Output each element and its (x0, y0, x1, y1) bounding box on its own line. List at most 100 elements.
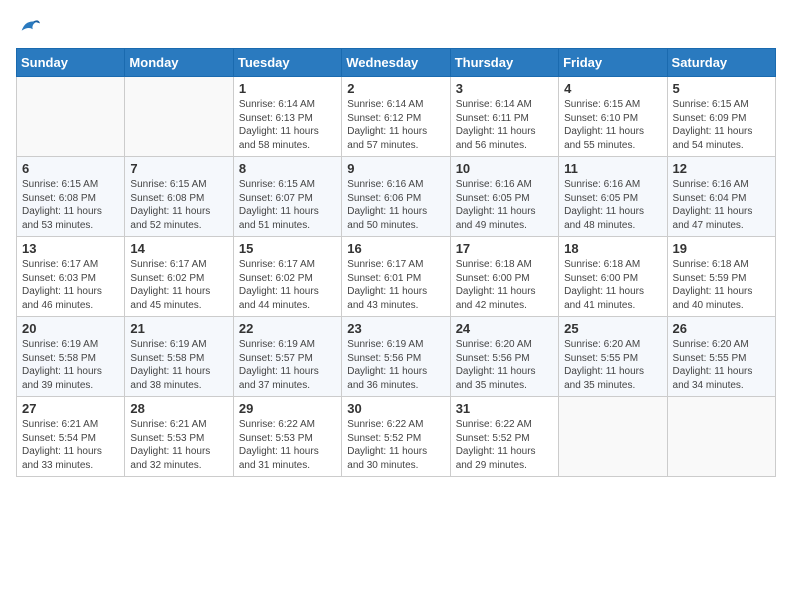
day-number: 20 (22, 321, 119, 336)
day-info: Sunrise: 6:20 AMSunset: 5:56 PMDaylight:… (456, 338, 553, 392)
calendar-week-row: 20 Sunrise: 6:19 AMSunset: 5:58 PMDayligh… (17, 317, 776, 397)
day-number: 13 (22, 241, 119, 256)
day-info: Sunrise: 6:14 AMSunset: 6:12 PMDaylight:… (347, 98, 444, 152)
day-number: 4 (564, 81, 661, 96)
day-info: Sunrise: 6:21 AMSunset: 5:53 PMDaylight:… (130, 418, 227, 472)
day-of-week-header: Sunday (17, 49, 125, 77)
day-number: 6 (22, 161, 119, 176)
day-info: Sunrise: 6:22 AMSunset: 5:52 PMDaylight:… (456, 418, 553, 472)
day-number: 15 (239, 241, 336, 256)
day-info: Sunrise: 6:19 AMSunset: 5:58 PMDaylight:… (22, 338, 119, 392)
day-number: 27 (22, 401, 119, 416)
day-number: 23 (347, 321, 444, 336)
day-number: 17 (456, 241, 553, 256)
calendar-cell (559, 397, 667, 477)
day-info: Sunrise: 6:17 AMSunset: 6:02 PMDaylight:… (130, 258, 227, 312)
day-number: 16 (347, 241, 444, 256)
day-number: 2 (347, 81, 444, 96)
day-info: Sunrise: 6:16 AMSunset: 6:06 PMDaylight:… (347, 178, 444, 232)
calendar-cell: 27 Sunrise: 6:21 AMSunset: 5:54 PMDayligh… (17, 397, 125, 477)
calendar-cell: 28 Sunrise: 6:21 AMSunset: 5:53 PMDayligh… (125, 397, 233, 477)
calendar-cell: 13Sunrise: 6:17 AMSunset: 6:03 PMDayligh… (17, 237, 125, 317)
day-number: 22 (239, 321, 336, 336)
day-info: Sunrise: 6:21 AMSunset: 5:54 PMDaylight:… (22, 418, 119, 472)
day-info: Sunrise: 6:17 AMSunset: 6:02 PMDaylight:… (239, 258, 336, 312)
day-number: 24 (456, 321, 553, 336)
calendar-week-row: 6 Sunrise: 6:15 AMSunset: 6:08 PMDaylight… (17, 157, 776, 237)
calendar-cell: 3 Sunrise: 6:14 AMSunset: 6:11 PMDaylight… (450, 77, 558, 157)
day-of-week-header: Wednesday (342, 49, 450, 77)
calendar-cell: 1Sunrise: 6:14 AMSunset: 6:13 PMDaylight… (233, 77, 341, 157)
day-number: 11 (564, 161, 661, 176)
calendar-cell: 15 Sunrise: 6:17 AMSunset: 6:02 PMDayligh… (233, 237, 341, 317)
calendar-cell: 14 Sunrise: 6:17 AMSunset: 6:02 PMDayligh… (125, 237, 233, 317)
day-number: 7 (130, 161, 227, 176)
day-number: 21 (130, 321, 227, 336)
day-number: 5 (673, 81, 770, 96)
day-info: Sunrise: 6:15 AMSunset: 6:08 PMDaylight:… (130, 178, 227, 232)
calendar-cell: 25 Sunrise: 6:20 AMSunset: 5:55 PMDayligh… (559, 317, 667, 397)
day-info: Sunrise: 6:14 AMSunset: 6:11 PMDaylight:… (456, 98, 553, 152)
calendar-cell: 29 Sunrise: 6:22 AMSunset: 5:53 PMDayligh… (233, 397, 341, 477)
calendar-cell: 20 Sunrise: 6:19 AMSunset: 5:58 PMDayligh… (17, 317, 125, 397)
calendar-week-row: 13Sunrise: 6:17 AMSunset: 6:03 PMDayligh… (17, 237, 776, 317)
day-info: Sunrise: 6:20 AMSunset: 5:55 PMDaylight:… (564, 338, 661, 392)
day-info: Sunrise: 6:22 AMSunset: 5:53 PMDaylight:… (239, 418, 336, 472)
day-info: Sunrise: 6:17 AMSunset: 6:01 PMDaylight:… (347, 258, 444, 312)
calendar-cell: 21Sunrise: 6:19 AMSunset: 5:58 PMDayligh… (125, 317, 233, 397)
calendar-week-row: 27 Sunrise: 6:21 AMSunset: 5:54 PMDayligh… (17, 397, 776, 477)
day-info: Sunrise: 6:16 AMSunset: 6:05 PMDaylight:… (564, 178, 661, 232)
calendar-cell: 24 Sunrise: 6:20 AMSunset: 5:56 PMDayligh… (450, 317, 558, 397)
day-number: 8 (239, 161, 336, 176)
calendar-cell: 12Sunrise: 6:16 AMSunset: 6:04 PMDayligh… (667, 157, 775, 237)
calendar-cell: 22 Sunrise: 6:19 AMSunset: 5:57 PMDayligh… (233, 317, 341, 397)
calendar-week-row: 1Sunrise: 6:14 AMSunset: 6:13 PMDaylight… (17, 77, 776, 157)
day-number: 19 (673, 241, 770, 256)
page-header (16, 16, 776, 38)
day-info: Sunrise: 6:19 AMSunset: 5:57 PMDaylight:… (239, 338, 336, 392)
day-number: 31 (456, 401, 553, 416)
day-number: 10 (456, 161, 553, 176)
day-of-week-header: Thursday (450, 49, 558, 77)
calendar-cell: 16 Sunrise: 6:17 AMSunset: 6:01 PMDayligh… (342, 237, 450, 317)
day-info: Sunrise: 6:19 AMSunset: 5:56 PMDaylight:… (347, 338, 444, 392)
calendar-cell: 4 Sunrise: 6:15 AMSunset: 6:10 PMDaylight… (559, 77, 667, 157)
calendar-cell: 7 Sunrise: 6:15 AMSunset: 6:08 PMDaylight… (125, 157, 233, 237)
day-number: 9 (347, 161, 444, 176)
day-info: Sunrise: 6:14 AMSunset: 6:13 PMDaylight:… (239, 98, 336, 152)
calendar-cell: 6 Sunrise: 6:15 AMSunset: 6:08 PMDaylight… (17, 157, 125, 237)
day-number: 3 (456, 81, 553, 96)
calendar-cell: 2 Sunrise: 6:14 AMSunset: 6:12 PMDaylight… (342, 77, 450, 157)
calendar-cell: 9 Sunrise: 6:16 AMSunset: 6:06 PMDaylight… (342, 157, 450, 237)
calendar-cell (125, 77, 233, 157)
day-info: Sunrise: 6:18 AMSunset: 6:00 PMDaylight:… (564, 258, 661, 312)
calendar-cell: 23 Sunrise: 6:19 AMSunset: 5:56 PMDayligh… (342, 317, 450, 397)
calendar-cell: 31 Sunrise: 6:22 AMSunset: 5:52 PMDayligh… (450, 397, 558, 477)
calendar-cell: 18 Sunrise: 6:18 AMSunset: 6:00 PMDayligh… (559, 237, 667, 317)
day-info: Sunrise: 6:18 AMSunset: 6:00 PMDaylight:… (456, 258, 553, 312)
day-number: 14 (130, 241, 227, 256)
day-of-week-header: Tuesday (233, 49, 341, 77)
day-info: Sunrise: 6:22 AMSunset: 5:52 PMDaylight:… (347, 418, 444, 472)
day-info: Sunrise: 6:20 AMSunset: 5:55 PMDaylight:… (673, 338, 770, 392)
day-of-week-header: Monday (125, 49, 233, 77)
calendar-cell: 30 Sunrise: 6:22 AMSunset: 5:52 PMDayligh… (342, 397, 450, 477)
day-number: 29 (239, 401, 336, 416)
logo (16, 16, 40, 38)
day-number: 25 (564, 321, 661, 336)
day-info: Sunrise: 6:18 AMSunset: 5:59 PMDaylight:… (673, 258, 770, 312)
day-of-week-header: Saturday (667, 49, 775, 77)
calendar-cell (17, 77, 125, 157)
day-info: Sunrise: 6:15 AMSunset: 6:10 PMDaylight:… (564, 98, 661, 152)
day-info: Sunrise: 6:16 AMSunset: 6:05 PMDaylight:… (456, 178, 553, 232)
logo-bird-icon (18, 16, 40, 38)
day-number: 28 (130, 401, 227, 416)
calendar-cell: 5Sunrise: 6:15 AMSunset: 6:09 PMDaylight… (667, 77, 775, 157)
day-info: Sunrise: 6:15 AMSunset: 6:08 PMDaylight:… (22, 178, 119, 232)
day-number: 26 (673, 321, 770, 336)
calendar-cell: 11 Sunrise: 6:16 AMSunset: 6:05 PMDayligh… (559, 157, 667, 237)
day-number: 18 (564, 241, 661, 256)
day-number: 30 (347, 401, 444, 416)
calendar-cell: 8Sunrise: 6:15 AMSunset: 6:07 PMDaylight… (233, 157, 341, 237)
calendar-cell: 19 Sunrise: 6:18 AMSunset: 5:59 PMDayligh… (667, 237, 775, 317)
